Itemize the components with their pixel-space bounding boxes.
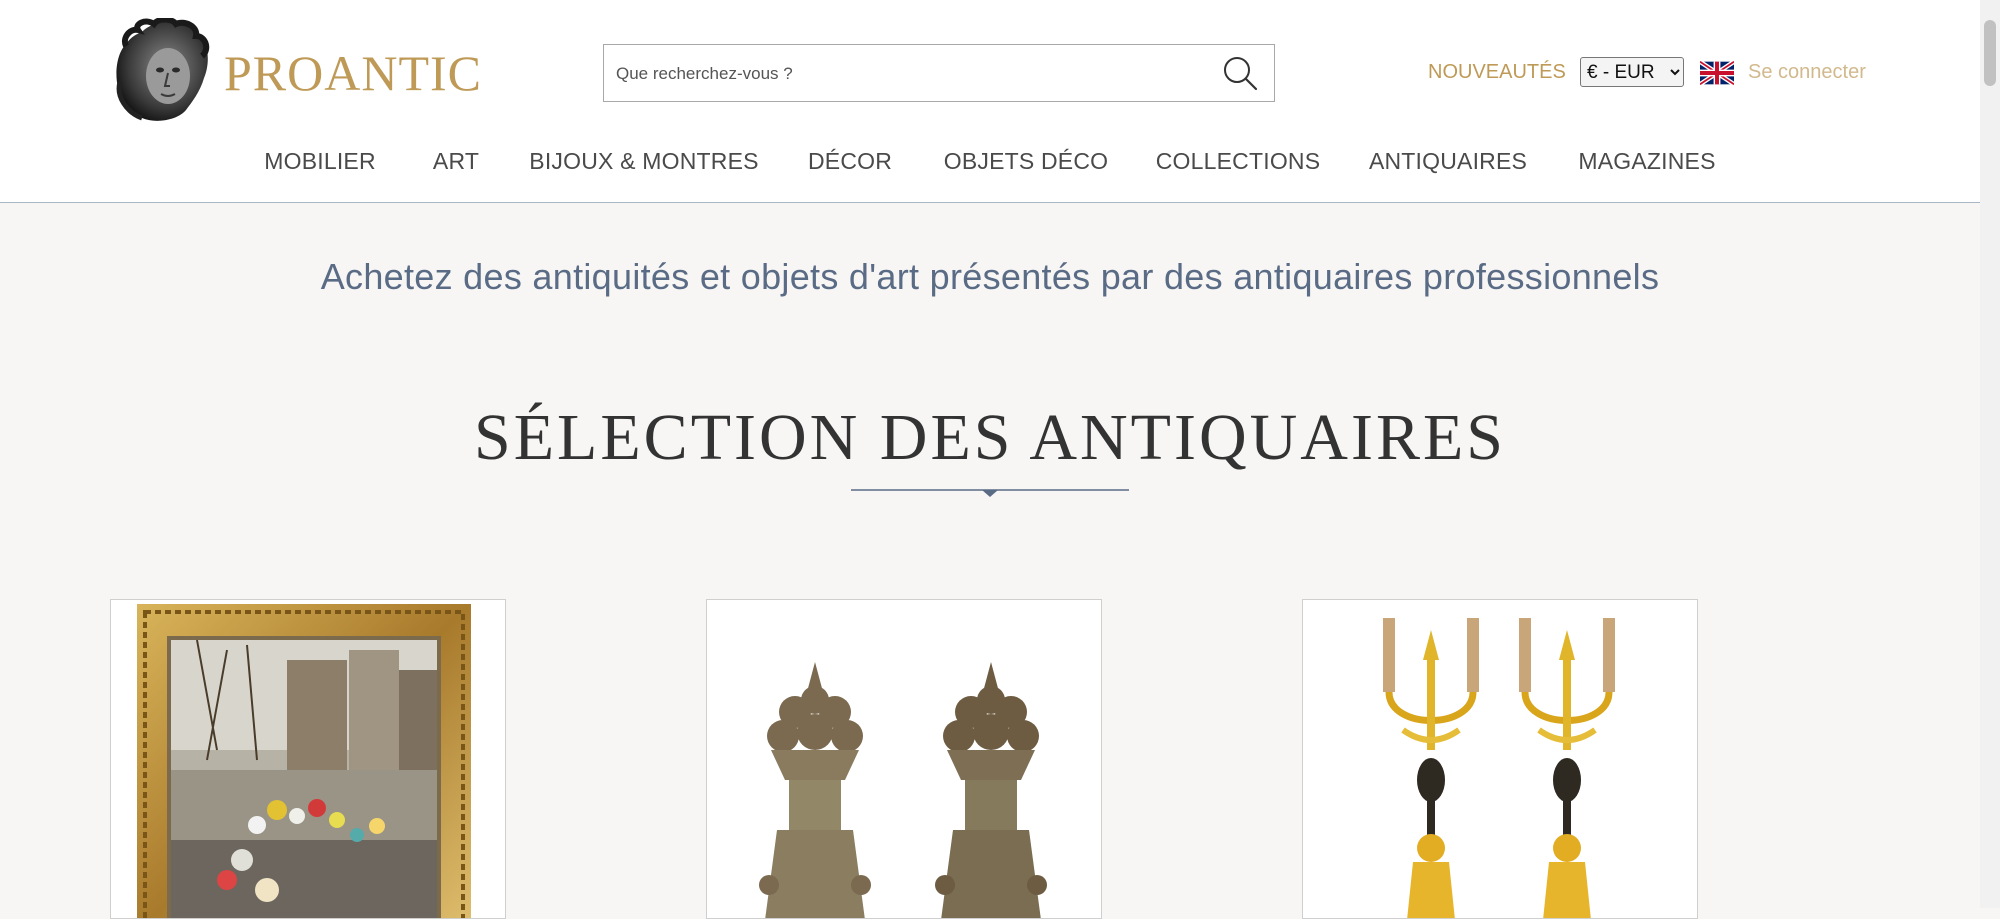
new-arrivals-link[interactable]: NOUVEAUTÉS (1428, 61, 1566, 84)
nav-item-collections[interactable]: COLLECTIONS (1156, 148, 1321, 175)
finials-image (707, 600, 1101, 918)
nav-item-objets-deco[interactable]: OBJETS DÉCO (944, 148, 1109, 175)
nav-item-mobilier[interactable]: MOBILIER (264, 148, 376, 175)
brand-name[interactable]: PROANTIC (224, 44, 482, 102)
search-box (603, 44, 1275, 103)
main-nav: MOBILIER ART BIJOUX & MONTRES DÉCOR OBJE… (0, 148, 1980, 178)
candelabra-image (1343, 600, 1659, 918)
framed-painting-image (137, 604, 471, 918)
nav-item-magazines[interactable]: MAGAZINES (1578, 148, 1715, 175)
currency-select[interactable]: € - EUR (1580, 57, 1684, 87)
uk-flag-icon[interactable] (1700, 61, 1734, 85)
section-title: SÉLECTION DES ANTIQUAIRES (474, 401, 1506, 474)
search-icon[interactable] (1222, 55, 1258, 91)
hero-tagline: Achetez des antiquités et objets d'art p… (320, 256, 1660, 297)
site-header: PROANTIC NOUVEAUTÉS € - EUR Se connecter… (0, 0, 1980, 203)
logo-head-icon (116, 18, 210, 121)
search-input[interactable] (614, 45, 1198, 103)
nav-item-antiquaires[interactable]: ANTIQUAIRES (1369, 148, 1527, 175)
login-link[interactable]: Se connecter (1748, 61, 1866, 84)
nav-item-decor[interactable]: DÉCOR (808, 148, 892, 175)
scrollbar-thumb[interactable] (1984, 20, 1996, 86)
product-card[interactable] (706, 599, 1102, 919)
nav-item-art[interactable]: ART (433, 148, 479, 175)
product-card[interactable] (110, 599, 506, 919)
page-scrollbar[interactable] (1980, 0, 2000, 908)
nav-item-bijoux-montres[interactable]: BIJOUX & MONTRES (529, 148, 758, 175)
title-divider (851, 489, 1129, 497)
product-card[interactable] (1302, 599, 1698, 919)
